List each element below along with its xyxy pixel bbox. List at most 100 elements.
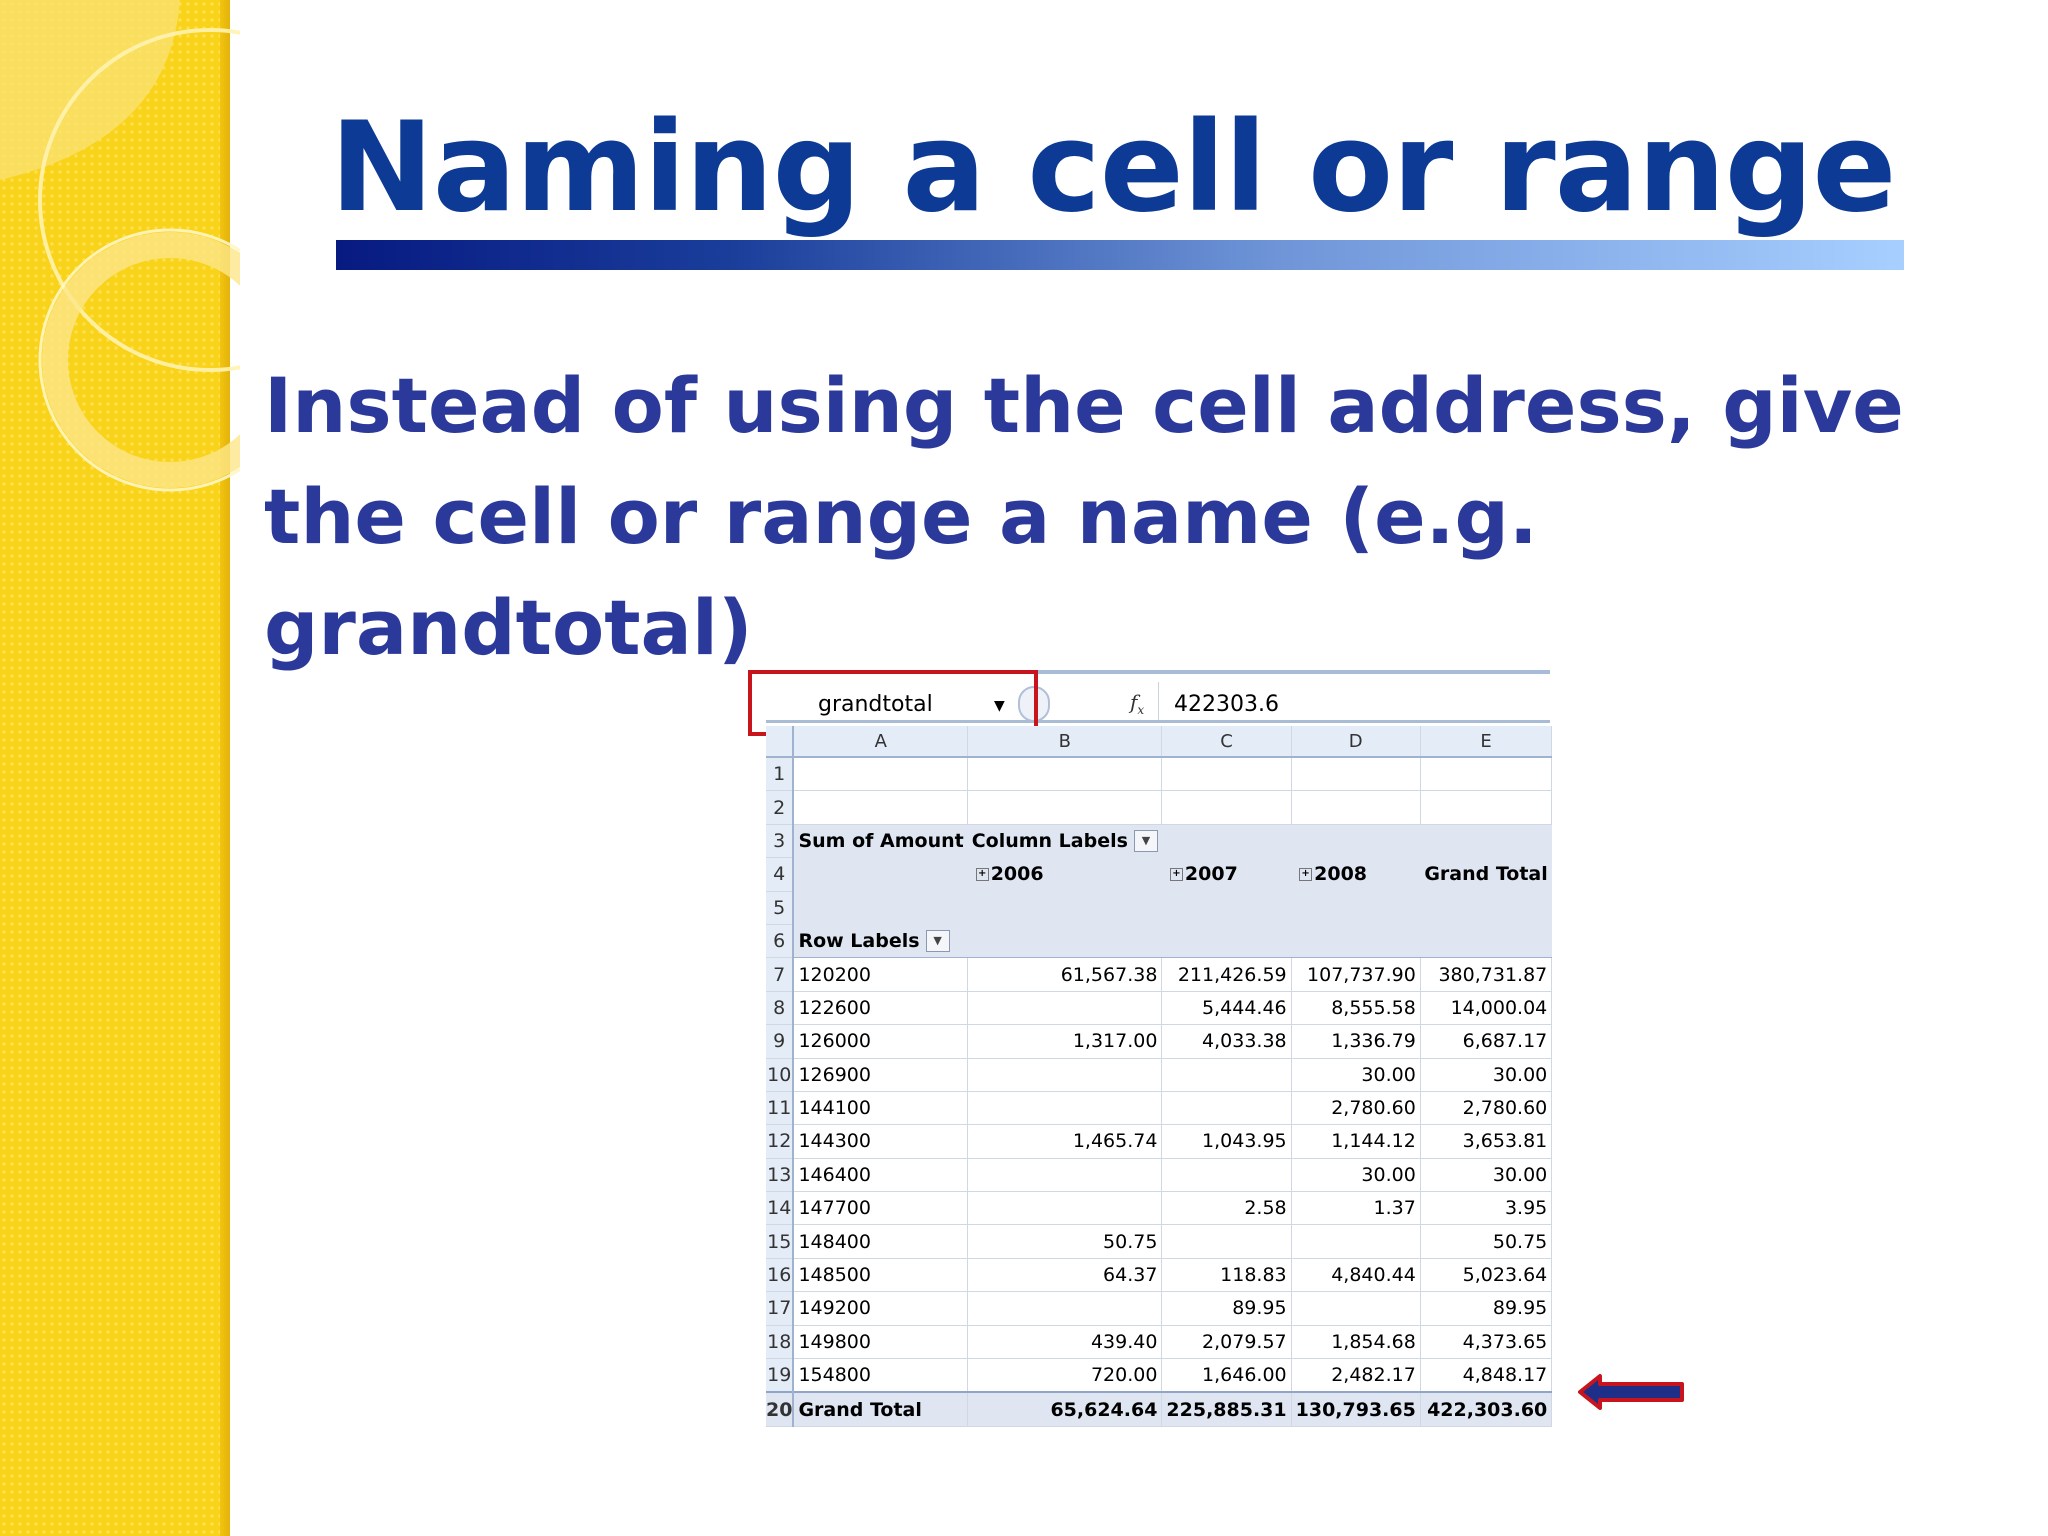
value-2007[interactable]: 2.58: [1161, 1191, 1292, 1226]
value-total[interactable]: 30.00: [1420, 1058, 1553, 1092]
select-all-corner[interactable]: [766, 726, 795, 758]
cell[interactable]: [1420, 824, 1552, 858]
column-header[interactable]: D: [1291, 726, 1421, 758]
value-2008[interactable]: [1291, 1224, 1421, 1259]
grand-total-header[interactable]: Grand Total: [1420, 857, 1552, 892]
value-2008[interactable]: 2,780.60: [1291, 1091, 1421, 1126]
row-number[interactable]: 18: [766, 1325, 795, 1360]
value-2006[interactable]: [967, 1091, 1163, 1126]
cell[interactable]: [1291, 790, 1421, 825]
row-label[interactable]: 126900: [793, 1058, 969, 1092]
expand-icon[interactable]: +: [1169, 868, 1183, 882]
column-header[interactable]: B: [967, 726, 1163, 758]
value-2007[interactable]: 5,444.46: [1161, 991, 1292, 1026]
row-label[interactable]: 144100: [793, 1091, 969, 1126]
cell[interactable]: [1161, 757, 1292, 792]
grand-total-2006[interactable]: 65,624.64: [967, 1391, 1163, 1427]
value-2006[interactable]: 61,567.38: [967, 957, 1163, 992]
value-2007[interactable]: 89.95: [1161, 1291, 1292, 1326]
row-number[interactable]: 10: [766, 1058, 795, 1092]
row-label[interactable]: 122600: [793, 991, 969, 1026]
value-total[interactable]: 5,023.64: [1420, 1258, 1553, 1293]
value-total[interactable]: 30.00: [1420, 1158, 1553, 1193]
grand-total-2007[interactable]: 225,885.31: [1161, 1391, 1292, 1427]
row-label[interactable]: 149200: [793, 1291, 969, 1326]
value-2006[interactable]: [967, 1058, 1163, 1092]
grand-total-2008[interactable]: 130,793.65: [1291, 1391, 1421, 1427]
value-total[interactable]: 380,731.87: [1420, 957, 1553, 992]
value-total[interactable]: 50.75: [1420, 1224, 1553, 1259]
value-2008[interactable]: 1,854.68: [1291, 1325, 1421, 1360]
value-total[interactable]: 6,687.17: [1420, 1024, 1553, 1059]
cell[interactable]: [793, 757, 969, 792]
cell[interactable]: [1161, 790, 1292, 825]
row-number[interactable]: 16: [766, 1258, 795, 1293]
value-total[interactable]: 4,848.17: [1420, 1358, 1553, 1393]
value-2007[interactable]: [1161, 1224, 1292, 1259]
year-header[interactable]: +2006: [967, 857, 1162, 892]
grand-total-label[interactable]: Grand Total: [793, 1391, 969, 1427]
value-2006[interactable]: 1,317.00: [967, 1024, 1163, 1059]
value-total[interactable]: 89.95: [1420, 1291, 1553, 1326]
column-labels-filter-icon[interactable]: ▼: [1133, 830, 1158, 853]
value-2006[interactable]: [967, 991, 1163, 1026]
row-number[interactable]: 1: [766, 757, 795, 792]
value-2007[interactable]: 2,079.57: [1161, 1325, 1292, 1360]
row-number[interactable]: 14: [766, 1191, 795, 1226]
value-2006[interactable]: 1,465.74: [967, 1124, 1163, 1159]
row-number[interactable]: 6: [766, 924, 795, 959]
value-2008[interactable]: 2,482.17: [1291, 1358, 1421, 1393]
value-total[interactable]: 3.95: [1420, 1191, 1553, 1226]
row-label[interactable]: 148500: [793, 1258, 969, 1293]
value-2006[interactable]: 439.40: [967, 1325, 1163, 1360]
row-number[interactable]: 15: [766, 1224, 795, 1259]
row-number[interactable]: 17: [766, 1291, 795, 1326]
value-2008[interactable]: 30.00: [1291, 1058, 1421, 1092]
cell[interactable]: [1161, 924, 1292, 959]
value-2007[interactable]: 4,033.38: [1161, 1024, 1292, 1059]
row-number[interactable]: 2: [766, 790, 795, 825]
column-labels-cell[interactable]: Column Labels ▼: [967, 824, 1162, 858]
column-header[interactable]: E: [1420, 726, 1553, 758]
cell[interactable]: [1420, 757, 1553, 792]
row-number[interactable]: 5: [766, 891, 795, 925]
function-icon[interactable]: fx: [1130, 690, 1144, 717]
row-number[interactable]: 8: [766, 991, 795, 1026]
row-number[interactable]: 7: [766, 957, 795, 992]
value-2008[interactable]: 107,737.90: [1291, 957, 1421, 992]
row-number[interactable]: 9: [766, 1024, 795, 1059]
value-2006[interactable]: [967, 1191, 1163, 1226]
cell[interactable]: [1291, 891, 1421, 925]
year-header[interactable]: +2008: [1291, 857, 1421, 892]
row-number[interactable]: 11: [766, 1091, 795, 1126]
cell[interactable]: [967, 790, 1163, 825]
row-number[interactable]: 3: [766, 824, 795, 859]
cell[interactable]: [1161, 824, 1292, 858]
value-total[interactable]: 2,780.60: [1420, 1091, 1553, 1126]
value-2008[interactable]: 1,144.12: [1291, 1124, 1421, 1159]
formula-value[interactable]: 422303.6: [1174, 692, 1279, 717]
grand-total-value[interactable]: 422,303.60: [1420, 1391, 1553, 1427]
expand-icon[interactable]: +: [1299, 868, 1313, 882]
cell[interactable]: [1291, 757, 1421, 792]
value-2006[interactable]: 720.00: [967, 1358, 1163, 1393]
row-number[interactable]: 12: [766, 1124, 795, 1159]
column-header[interactable]: C: [1161, 726, 1292, 758]
sum-of-amount-label[interactable]: Sum of Amount: [793, 824, 968, 858]
value-2007[interactable]: 118.83: [1161, 1258, 1292, 1293]
value-2008[interactable]: [1291, 1291, 1421, 1326]
cell[interactable]: [1420, 790, 1553, 825]
cell[interactable]: [793, 790, 969, 825]
expand-icon[interactable]: +: [975, 868, 989, 882]
cell[interactable]: [1420, 891, 1552, 925]
value-2006[interactable]: [967, 1291, 1163, 1326]
value-2008[interactable]: 8,555.58: [1291, 991, 1421, 1026]
cell[interactable]: [967, 757, 1163, 792]
value-2008[interactable]: 30.00: [1291, 1158, 1421, 1193]
cell[interactable]: [1291, 924, 1421, 959]
value-2007[interactable]: [1161, 1158, 1292, 1193]
cell[interactable]: [793, 857, 968, 892]
row-label[interactable]: 126000: [793, 1024, 969, 1059]
cell[interactable]: [1161, 891, 1292, 925]
cell[interactable]: [1420, 924, 1552, 959]
